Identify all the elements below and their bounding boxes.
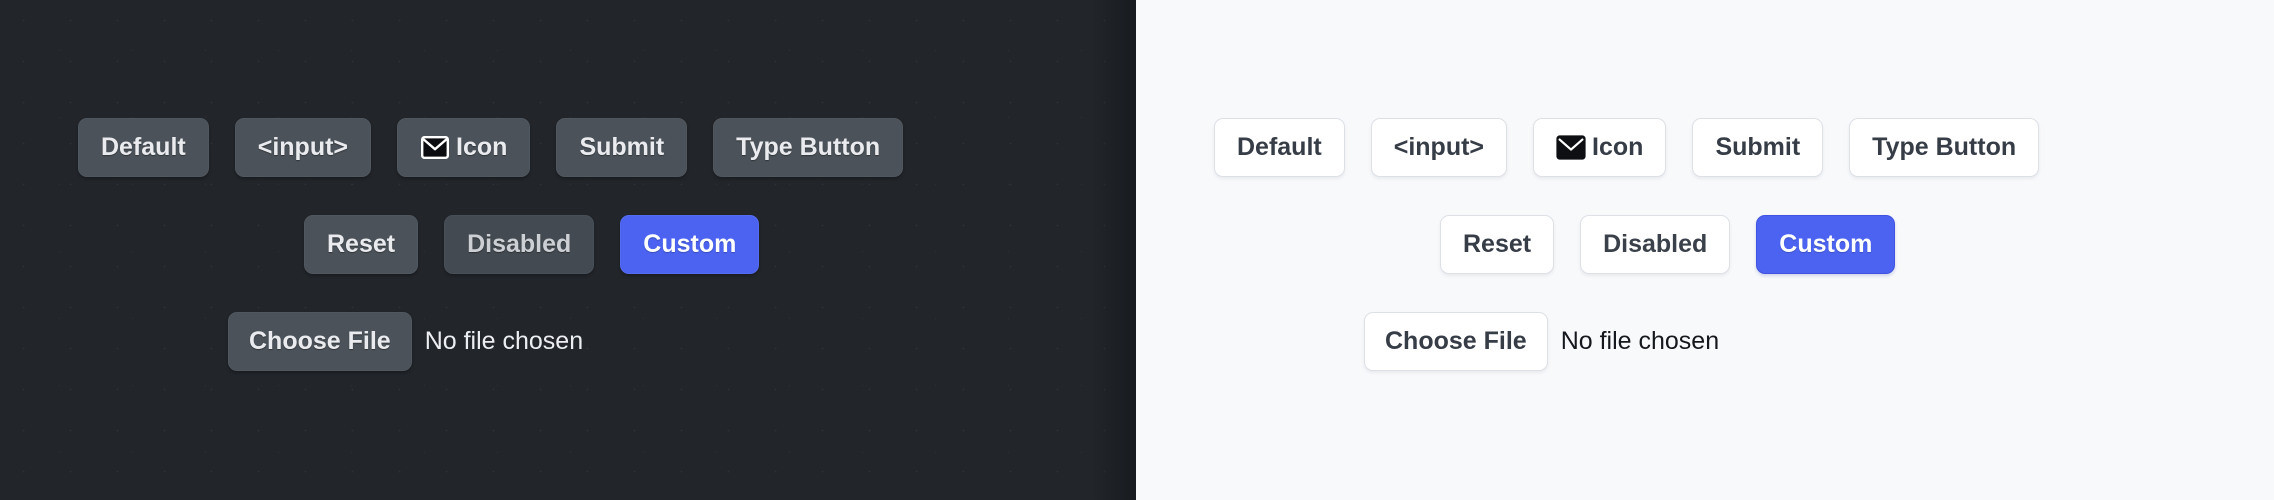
light-custom-button-label: Custom: [1779, 230, 1873, 258]
light-reset-button[interactable]: Reset: [1440, 215, 1555, 274]
dark-icon-button[interactable]: Icon: [397, 118, 531, 177]
dark-icon-button-label: Icon: [456, 133, 508, 161]
dark-theme-panel: Default <input> Icon Submit Type Button …: [0, 0, 1136, 500]
light-button-row-primary: Default <input> Icon Submit Type Button: [1214, 118, 2274, 177]
light-disabled-button-label: Disabled: [1603, 230, 1708, 258]
dark-reset-button-label: Reset: [327, 230, 396, 258]
light-icon-button[interactable]: Icon: [1533, 118, 1667, 177]
light-type-button-label: Type Button: [1872, 133, 2017, 161]
dark-type-button-label: Type Button: [736, 133, 881, 161]
light-panel-content: Default <input> Icon Submit Type Button …: [1136, 0, 2274, 371]
light-file-input[interactable]: Choose File No file chosen: [1364, 312, 1719, 371]
dark-submit-button-label: Submit: [579, 133, 665, 161]
light-disabled-button: Disabled: [1580, 215, 1731, 274]
dark-input-button[interactable]: <input>: [234, 118, 372, 177]
light-submit-button[interactable]: Submit: [1692, 118, 1824, 177]
dark-default-button[interactable]: Default: [78, 118, 209, 177]
light-choose-file-button[interactable]: Choose File: [1364, 312, 1548, 371]
dark-type-button[interactable]: Type Button: [713, 118, 904, 177]
light-default-button-label: Default: [1237, 133, 1322, 161]
light-input-button-label: <input>: [1393, 133, 1485, 161]
dark-panel-content: Default <input> Icon Submit Type Button …: [0, 0, 1136, 371]
envelope-icon: [420, 135, 450, 160]
light-theme-panel: Default <input> Icon Submit Type Button …: [1136, 0, 2274, 500]
dark-button-row-primary: Default <input> Icon Submit Type Button: [78, 118, 1136, 177]
light-submit-button-label: Submit: [1715, 133, 1801, 161]
light-input-button[interactable]: <input>: [1370, 118, 1508, 177]
dark-default-button-label: Default: [101, 133, 186, 161]
dark-file-status-text: No file chosen: [424, 327, 584, 355]
dark-file-input[interactable]: Choose File No file chosen: [228, 312, 583, 371]
envelope-icon: [1556, 135, 1586, 160]
button-showcase-stage: Default <input> Icon Submit Type Button …: [0, 0, 2274, 500]
light-custom-button[interactable]: Custom: [1756, 215, 1896, 274]
dark-disabled-button-label: Disabled: [467, 230, 572, 258]
light-button-row-secondary: Reset Disabled Custom: [1440, 215, 2274, 274]
dark-submit-button[interactable]: Submit: [556, 118, 688, 177]
light-icon-button-label: Icon: [1592, 133, 1644, 161]
dark-choose-file-button[interactable]: Choose File: [228, 312, 412, 371]
dark-input-button-label: <input>: [257, 133, 349, 161]
light-reset-button-label: Reset: [1463, 230, 1532, 258]
dark-disabled-button: Disabled: [444, 215, 595, 274]
light-type-button[interactable]: Type Button: [1849, 118, 2040, 177]
light-default-button[interactable]: Default: [1214, 118, 1345, 177]
dark-file-input-row: Choose File No file chosen: [228, 312, 1136, 371]
dark-custom-button[interactable]: Custom: [620, 215, 760, 274]
dark-reset-button[interactable]: Reset: [304, 215, 419, 274]
light-file-status-text: No file chosen: [1560, 327, 1720, 355]
dark-custom-button-label: Custom: [643, 230, 737, 258]
dark-button-row-secondary: Reset Disabled Custom: [304, 215, 1136, 274]
light-file-input-row: Choose File No file chosen: [1364, 312, 2274, 371]
